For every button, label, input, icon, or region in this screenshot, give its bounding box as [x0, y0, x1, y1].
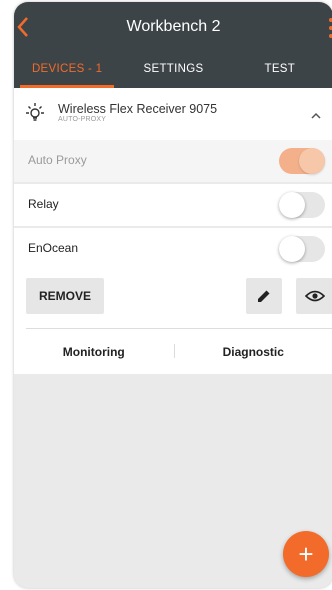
detail-tabs: Monitoring Diagnostic [14, 332, 332, 372]
app-screen: Workbench 2 DEVICES - 1 SETTINGS TEST Wi… [14, 2, 332, 588]
tab-monitoring[interactable]: Monitoring [14, 332, 174, 372]
light-bulb-icon [24, 102, 46, 124]
setting-label: Auto Proxy [28, 153, 87, 167]
device-subtitle: AUTO-PROXY [58, 116, 107, 123]
kebab-menu-icon[interactable] [327, 18, 332, 38]
page-title: Workbench 2 [126, 18, 221, 35]
setting-row-auto-proxy: Auto Proxy [14, 140, 332, 182]
auto-proxy-toggle[interactable] [279, 148, 325, 174]
chevron-up-icon[interactable] [309, 108, 323, 119]
tab-settings[interactable]: SETTINGS [120, 54, 226, 88]
add-button[interactable]: + [283, 531, 329, 577]
divider [26, 328, 332, 329]
device-card: Wireless Flex Receiver 9075 AUTO-PROXY A… [14, 88, 332, 374]
tab-bar: DEVICES - 1 SETTINGS TEST [14, 54, 332, 88]
tab-diagnostic[interactable]: Diagnostic [173, 332, 332, 372]
relay-toggle[interactable] [279, 192, 325, 218]
enocean-toggle[interactable] [279, 236, 325, 262]
device-actions: REMOVE [14, 278, 332, 314]
setting-row-enocean: EnOcean [14, 228, 332, 270]
app-header: Workbench 2 DEVICES - 1 SETTINGS TEST [14, 2, 332, 88]
setting-row-relay: Relay [14, 184, 332, 226]
device-header[interactable]: Wireless Flex Receiver 9075 AUTO-PROXY [14, 88, 332, 140]
setting-label: Relay [28, 197, 59, 211]
setting-label: EnOcean [28, 241, 79, 255]
pencil-icon[interactable] [246, 278, 282, 314]
settings-list: Auto Proxy Relay EnOcean [14, 140, 332, 270]
eye-icon[interactable] [296, 278, 332, 314]
tab-devices[interactable]: DEVICES - 1 [14, 54, 120, 88]
toggle-knob [279, 236, 305, 262]
toggle-knob [299, 148, 325, 174]
device-name: Wireless Flex Receiver 9075 [58, 102, 218, 116]
tab-test[interactable]: TEST [227, 54, 332, 88]
toggle-knob [279, 192, 305, 218]
remove-button[interactable]: REMOVE [26, 278, 104, 314]
